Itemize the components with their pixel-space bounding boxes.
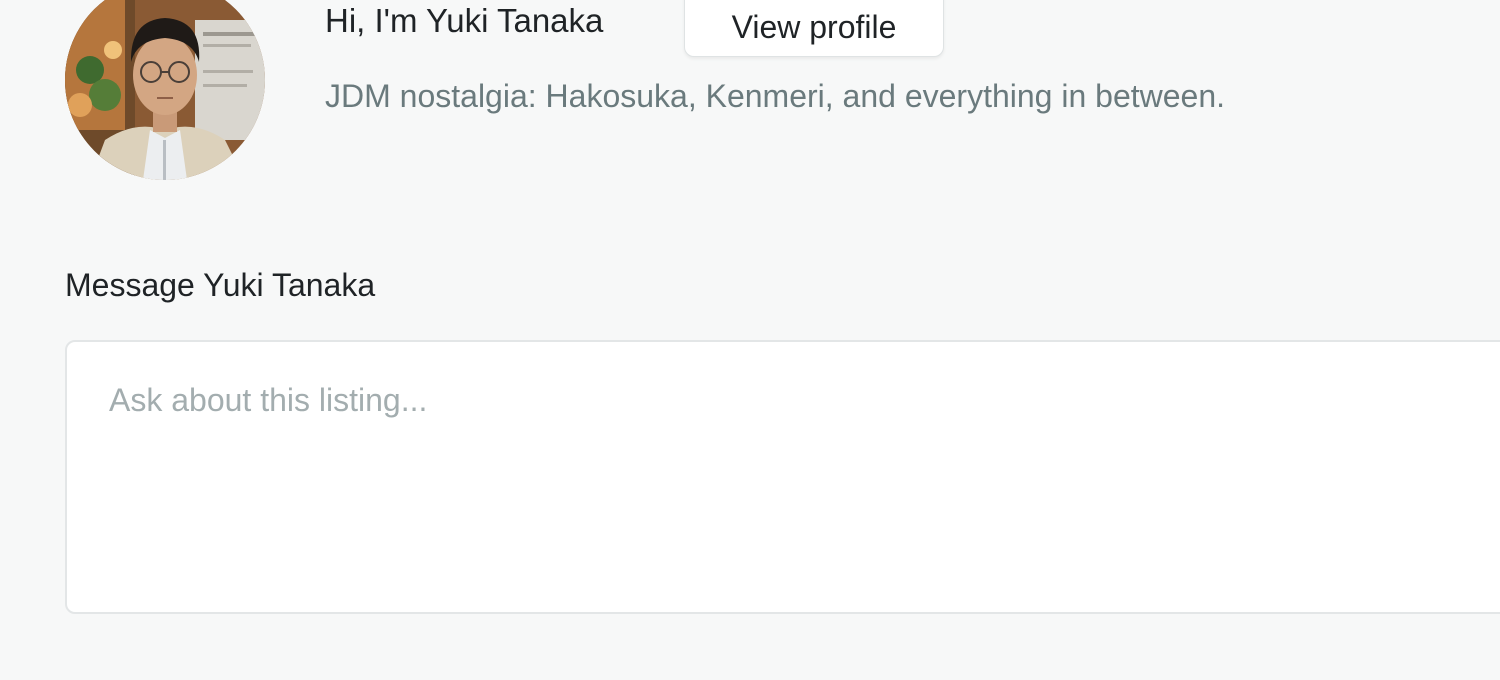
avatar-photo-icon xyxy=(65,0,265,180)
host-contact-section: Hi, I'm Yuki Tanaka View profile JDM nos… xyxy=(0,0,1500,680)
host-tagline: JDM nostalgia: Hakosuka, Kenmeri, and ev… xyxy=(325,78,1226,114)
message-label: Message Yuki Tanaka xyxy=(65,267,376,303)
host-greeting: Hi, I'm Yuki Tanaka xyxy=(325,2,604,39)
message-input[interactable] xyxy=(65,340,1500,614)
avatar[interactable] xyxy=(65,0,265,180)
view-profile-button[interactable]: View profile xyxy=(684,0,944,57)
